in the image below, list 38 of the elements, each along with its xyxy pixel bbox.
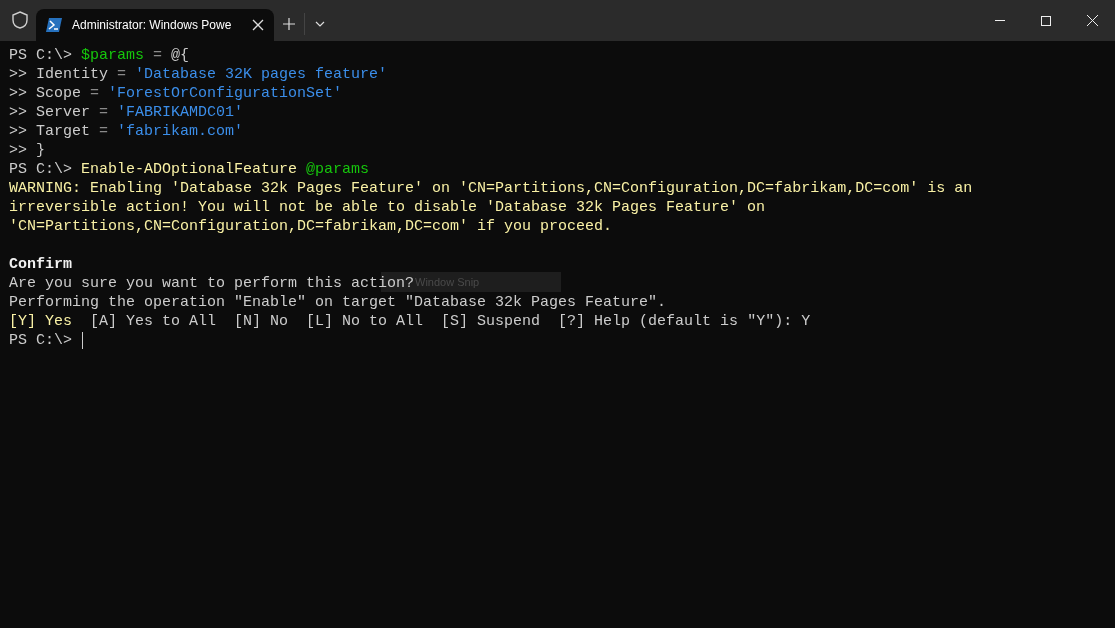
operator-text: = xyxy=(117,65,128,84)
string-literal: 'Database 32K pages feature' xyxy=(135,65,388,84)
terminal-text: >> Identity xyxy=(9,65,110,84)
maximize-icon xyxy=(1041,15,1051,26)
confirm-heading: Confirm xyxy=(9,255,72,274)
string-literal: 'fabrikam.com' xyxy=(117,122,244,141)
terminal-text: PS C:\> xyxy=(9,46,73,65)
terminal-tab[interactable]: Administrator: Windows Powe xyxy=(36,9,274,41)
operator-text: = xyxy=(90,84,101,103)
terminal-text: PS C:\> xyxy=(9,160,73,179)
variable-text: $params xyxy=(81,46,145,65)
warning-text: 'CN=Partitions,CN=Configuration,DC=fabrikam,DC=com' if you proceed. xyxy=(9,217,613,236)
command-text: [Y] Yes xyxy=(9,312,72,331)
operator-text: = xyxy=(99,103,110,122)
terminal-text: >> Target xyxy=(9,122,91,141)
variable-text: @params xyxy=(306,160,370,179)
minimize-icon xyxy=(995,20,1005,21)
command-text: Enable-ADOptionalFeature xyxy=(81,160,299,179)
terminal-text: Are you sure you want to perform this action? xyxy=(9,274,415,293)
terminal-text: >> } xyxy=(9,141,45,160)
operator-text: = xyxy=(99,122,110,141)
close-tab-icon[interactable] xyxy=(252,19,264,31)
chevron-down-icon xyxy=(315,21,325,27)
terminal-text: >> Server xyxy=(9,103,91,122)
string-literal: 'FABRIKAMDC01' xyxy=(117,103,244,122)
shield-icon xyxy=(10,10,30,30)
operator-text: = xyxy=(152,46,164,65)
close-icon xyxy=(1086,15,1098,26)
plus-icon xyxy=(283,18,295,30)
warning-text: WARNING: Enabling 'Database 32k Pages Feature' on 'CN=Partitions,CN=Configuration,DC=fabrikam,DC=com' is an xyxy=(9,179,973,198)
terminal-text: Performing the operation "Enable" on target "Database 32k Pages Feature". xyxy=(9,293,667,312)
powershell-icon xyxy=(46,18,62,32)
terminal-text: @{ xyxy=(171,46,190,65)
string-literal: 'ForestOrConfigurationSet' xyxy=(108,84,343,103)
terminal-text: PS C:\> xyxy=(9,331,73,350)
terminal-text: [A] Yes to All [N] No [L] No to All [S] Suspend [?] Help (default is "Y"): Y xyxy=(89,312,811,331)
warning-text: irreversible action! You will not be able to disable 'Database 32k Pages Feature' on xyxy=(9,198,766,217)
terminal-text: >> Scope xyxy=(9,84,82,103)
